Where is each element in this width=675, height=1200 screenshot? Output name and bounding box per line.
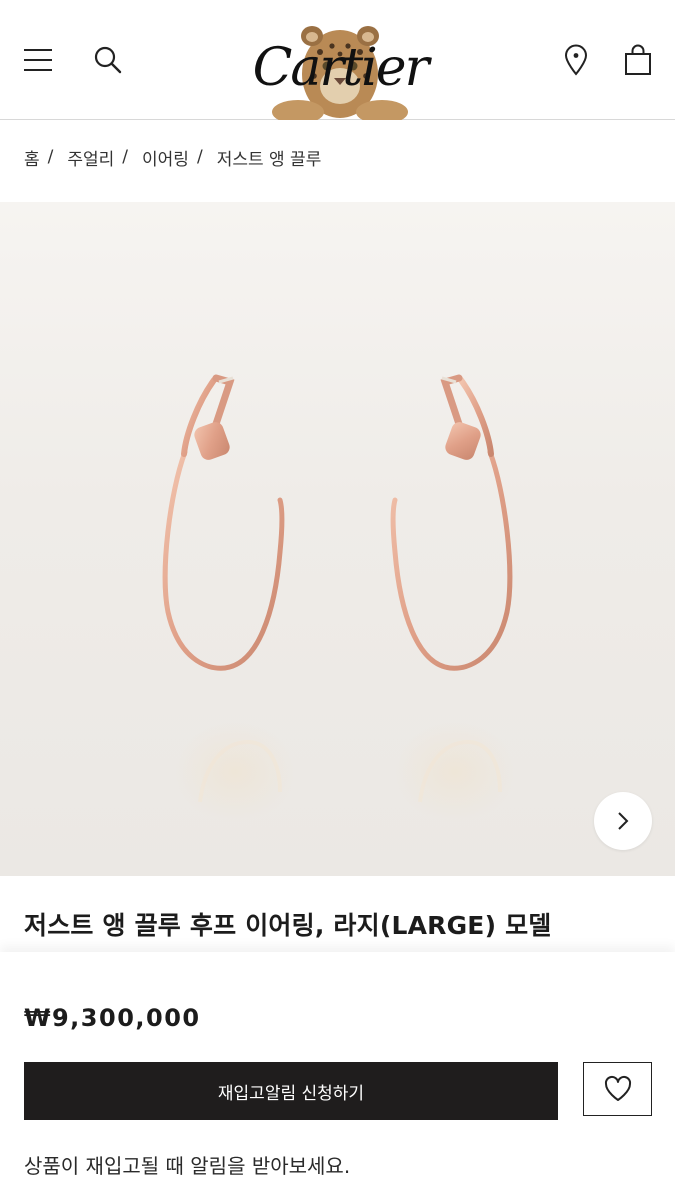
store-locator-button[interactable] — [556, 40, 596, 80]
product-price: ₩9,300,000 — [24, 1004, 201, 1032]
breadcrumb-separator: / — [196, 147, 203, 167]
product-image — [162, 374, 515, 822]
product-title: 저스트 앵 끌루 후프 이어링, 라지(LARGE) 모델 — [24, 911, 552, 940]
heart-icon — [604, 1075, 631, 1101]
restock-note: 상품이 재입고될 때 알림을 받아보세요. — [24, 1154, 351, 1178]
site-header: Cartier — [0, 0, 675, 120]
hamburger-menu-icon — [24, 49, 52, 71]
breadcrumb-jewelry[interactable]: 주얼리 — [67, 145, 114, 170]
product-image-gallery[interactable] — [0, 202, 675, 876]
breadcrumb-earrings[interactable]: 이어링 — [142, 145, 189, 170]
menu-button[interactable] — [18, 40, 58, 80]
restock-notify-button[interactable]: 재입고알림 신청하기 — [24, 1062, 558, 1120]
breadcrumb-collection[interactable]: 저스트 앵 끌루 — [217, 145, 322, 170]
purchase-panel: ₩9,300,000 재입고알림 신청하기 상품이 재입고될 때 알림을 받아보… — [0, 952, 675, 1200]
breadcrumb-separator: / — [122, 147, 129, 167]
brand-logo[interactable]: Cartier — [250, 16, 430, 120]
search-icon — [94, 46, 122, 74]
location-pin-icon — [564, 44, 588, 76]
breadcrumb-separator: / — [47, 147, 54, 167]
shopping-bag-button[interactable] — [618, 40, 658, 80]
wishlist-button[interactable] — [583, 1062, 652, 1116]
breadcrumb: 홈 / 주얼리 / 이어링 / 저스트 앵 끌루 — [24, 142, 321, 172]
search-button[interactable] — [88, 40, 128, 80]
logo-wordmark: Cartier — [252, 38, 430, 98]
chevron-right-icon — [618, 812, 629, 830]
shopping-bag-icon — [625, 44, 651, 75]
product-page: Cartier 홈 / 주얼리 / 이어링 / 저스트 앵 끌루 저스트 앵 끌… — [0, 0, 675, 1200]
next-image-button[interactable] — [594, 792, 652, 850]
breadcrumb-home[interactable]: 홈 — [24, 145, 40, 170]
